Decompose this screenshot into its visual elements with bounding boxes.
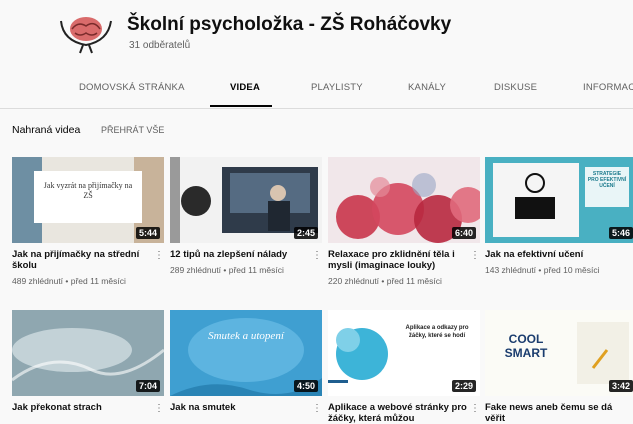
more-options-icon[interactable]: ⋮ xyxy=(154,250,164,261)
video-duration: 7:04 xyxy=(135,380,160,392)
thumbnail-text: STRATEGIE PRO EFEKTIVNÍ UČENÍ xyxy=(587,171,627,189)
subscriber-count: 31 odběratelů xyxy=(129,40,191,51)
video-title[interactable]: Relaxace pro zklidnění těla i mysli (ima… xyxy=(328,249,468,271)
video-title[interactable]: Jak na přijímačky na střední školu xyxy=(12,249,152,271)
channel-tabs: DOMOVSKÁ STRÁNKA VIDEA PLAYLISTY KANÁLY … xyxy=(0,70,633,109)
more-options-icon[interactable]: ⋮ xyxy=(470,403,480,414)
brain-logo-icon[interactable] xyxy=(57,11,115,55)
thumbnail-text: Aplikace a odkazy pro žáčky, které se ho… xyxy=(405,325,469,339)
video-thumbnail[interactable]: 2:45 xyxy=(170,157,322,243)
video-card[interactable]: 6:40 Relaxace pro zklidnění těla i mysli… xyxy=(328,157,480,297)
thumbnail-text: COOL SMART xyxy=(504,332,548,360)
video-card[interactable]: COOL SMART 3:42 Fake news aneb čemu se d… xyxy=(485,310,633,424)
video-thumbnail[interactable]: Jak vyzrát na přijímačky na ZŠ 5:44 xyxy=(12,157,164,243)
video-duration: 6:40 xyxy=(451,227,476,239)
video-card[interactable]: 7:04 Jak překonat strach ⋮ xyxy=(12,310,164,419)
video-meta: 289 zhlédnutí • před 11 měsíci xyxy=(170,265,284,275)
tab-about[interactable]: INFORMACE xyxy=(583,82,633,93)
more-options-icon[interactable]: ⋮ xyxy=(312,403,322,414)
video-duration: 2:29 xyxy=(451,380,476,392)
video-card[interactable]: Jak vyzrát na přijímačky na ZŠ 5:44 Jak … xyxy=(12,157,164,297)
tab-videos[interactable]: VIDEA xyxy=(230,82,260,93)
thumbnail-text: Smutek a utopení xyxy=(208,330,284,342)
play-all-button[interactable]: PŘEHRÁT VŠE xyxy=(101,125,164,135)
video-thumbnail[interactable]: Aplikace a odkazy pro žáčky, které se ho… xyxy=(328,310,480,396)
channel-title: Školní psycholožka - ZŠ Roháčovky xyxy=(127,14,452,35)
section-title: Nahraná videa xyxy=(12,124,81,136)
active-tab-indicator xyxy=(210,105,272,107)
tab-playlists[interactable]: PLAYLISTY xyxy=(311,82,363,93)
video-title[interactable]: Aplikace a webové stránky pro žáčky, kte… xyxy=(328,402,468,424)
video-card[interactable]: Smutek a utopení 4:50 Jak na smutek ⋮ xyxy=(170,310,322,419)
video-title[interactable]: Jak na smutek xyxy=(170,402,310,413)
tab-discussion[interactable]: DISKUSE xyxy=(494,82,537,93)
video-title[interactable]: Jak překonat strach xyxy=(12,402,152,413)
video-title[interactable]: Jak na efektivní učení xyxy=(485,249,615,260)
video-meta: 143 zhlédnutí • před 10 měsíci xyxy=(485,265,600,275)
video-meta: 489 zhlédnutí • před 11 měsíci xyxy=(12,276,126,286)
tab-channels[interactable]: KANÁLY xyxy=(408,82,446,93)
more-options-icon[interactable]: ⋮ xyxy=(154,403,164,414)
video-duration: 3:42 xyxy=(608,380,633,392)
thumbnail-text: Jak vyzrát na přijímačky na ZŠ xyxy=(43,181,133,200)
video-card[interactable]: 2:45 12 tipů na zlepšení nálady 289 zhlé… xyxy=(170,157,322,297)
tab-home[interactable]: DOMOVSKÁ STRÁNKA xyxy=(79,82,185,93)
video-title[interactable]: 12 tipů na zlepšení nálady xyxy=(170,249,310,260)
video-thumbnail[interactable]: 7:04 xyxy=(12,310,164,396)
video-meta: 220 zhlédnutí • před 11 měsíci xyxy=(328,276,442,286)
more-options-icon[interactable]: ⋮ xyxy=(470,250,480,261)
video-duration: 5:44 xyxy=(135,227,160,239)
video-duration: 2:45 xyxy=(293,227,318,239)
video-duration: 5:46 xyxy=(608,227,633,239)
video-thumbnail[interactable]: COOL SMART 3:42 xyxy=(485,310,633,396)
video-duration: 4:50 xyxy=(293,380,318,392)
video-card[interactable]: Aplikace a odkazy pro žáčky, které se ho… xyxy=(328,310,480,424)
more-options-icon[interactable]: ⋮ xyxy=(312,250,322,261)
video-thumbnail[interactable]: STRATEGIE PRO EFEKTIVNÍ UČENÍ 5:46 xyxy=(485,157,633,243)
channel-header: Školní psycholožka - ZŠ Roháčovky 31 odb… xyxy=(0,0,633,70)
video-thumbnail[interactable]: Smutek a utopení 4:50 xyxy=(170,310,322,396)
video-thumbnail[interactable]: 6:40 xyxy=(328,157,480,243)
video-card[interactable]: STRATEGIE PRO EFEKTIVNÍ UČENÍ 5:46 Jak n… xyxy=(485,157,633,297)
video-title[interactable]: Fake news aneb čemu se dá věřit xyxy=(485,402,615,424)
